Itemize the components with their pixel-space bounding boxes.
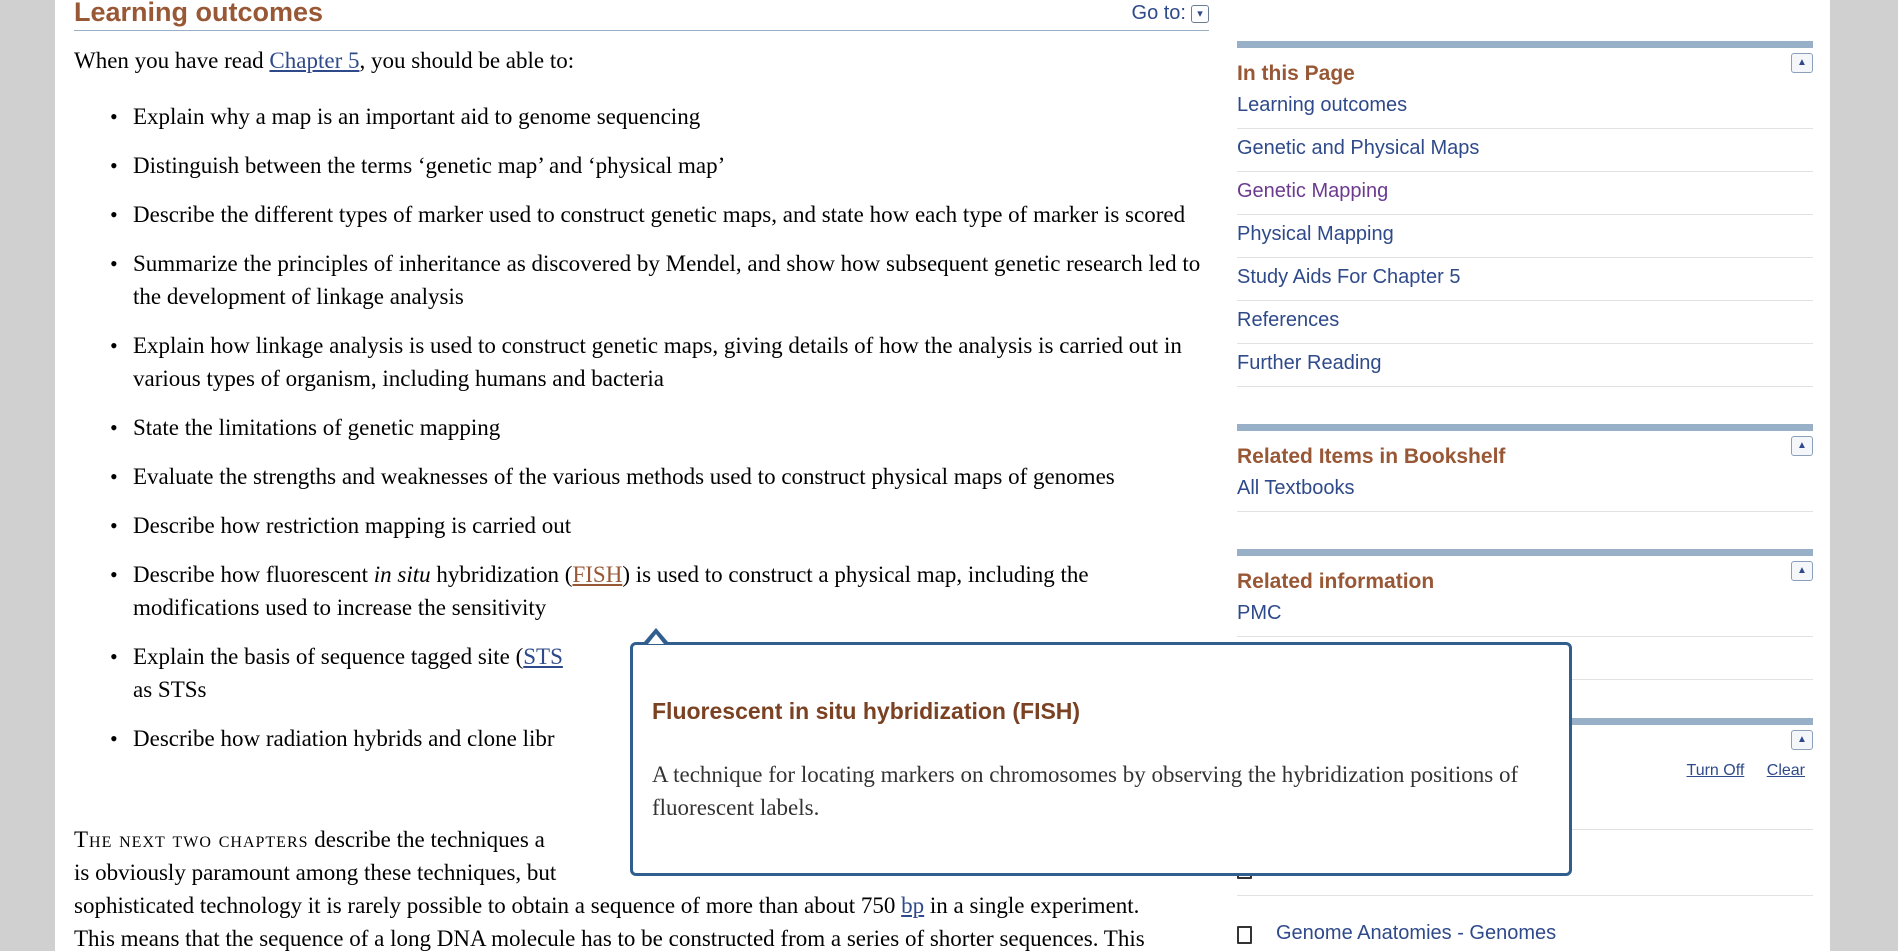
list-item: Explain why a map is an important aid to…	[74, 100, 1209, 133]
fish-text: modifications used to increase the sensi…	[133, 595, 547, 620]
portlet-title: In this Page	[1237, 62, 1355, 85]
fish-text: Describe how fluorescent	[133, 562, 374, 587]
section-header: Learning outcomes Go to: ▾	[74, 0, 1209, 31]
collapse-icon[interactable]: ▲	[1791, 730, 1813, 750]
sidebar-item-all-textbooks[interactable]: All Textbooks	[1237, 469, 1813, 512]
glossary-popup: Fluorescent in situ hybridization (FISH)…	[630, 642, 1572, 876]
book-icon	[1237, 926, 1252, 944]
sidebar-item-further-reading[interactable]: Further Reading	[1237, 344, 1813, 387]
sidebar-link[interactable]: Further Reading	[1237, 352, 1382, 374]
chapter-link[interactable]: Chapter 5	[269, 48, 359, 73]
portlet-title: Related Items in Bookshelf	[1237, 445, 1506, 468]
chevron-down-icon[interactable]: ▾	[1191, 4, 1209, 23]
fish-italic: in situ	[373, 562, 431, 587]
sidebar-item-references[interactable]: References	[1237, 301, 1813, 344]
para-text: sophisticated technology it is rarely po…	[74, 893, 902, 918]
list-item: Describe how restriction mapping is carr…	[74, 509, 1209, 542]
list-item: Distinguish between the terms ‘genetic m…	[74, 149, 1209, 182]
sidebar-item-learning-outcomes[interactable]: Learning outcomes	[1237, 86, 1813, 129]
list-item: Describe the different types of marker u…	[74, 198, 1209, 231]
sidebar-link[interactable]: All Textbooks	[1237, 477, 1354, 499]
sidebar-item-genetic-mapping[interactable]: Genetic Mapping	[1237, 172, 1813, 215]
turn-off-link[interactable]: Turn Off	[1687, 762, 1745, 779]
para-text: is obviously paramount among these techn…	[74, 860, 557, 885]
fish-term-link[interactable]: FISH	[572, 562, 622, 587]
portlet-list: Learning outcomes Genetic and Physical M…	[1237, 86, 1813, 387]
recent-actions: Turn Off Clear	[1669, 762, 1805, 780]
goto-label[interactable]: Go to:	[1132, 2, 1186, 25]
sidebar-link[interactable]: Learning outcomes	[1237, 94, 1407, 116]
list-item: Evaluate the strengths and weaknesses of…	[74, 460, 1209, 493]
sidebar-link[interactable]: PMC	[1237, 602, 1281, 624]
goto-menu[interactable]: Go to: ▾	[1132, 2, 1209, 25]
fish-text: hybridization (	[430, 562, 573, 587]
sidebar-link[interactable]: Genetic Mapping	[1237, 180, 1388, 202]
intro-before: When you have read	[74, 48, 270, 73]
intro-after: , you should be able to:	[359, 48, 575, 73]
bp-link[interactable]: bp	[901, 893, 924, 918]
para-text: in a single experiment.	[924, 893, 1140, 918]
popup-body: A technique for locating markers on chro…	[652, 762, 1519, 820]
sidebar-item-genetic-physical-maps[interactable]: Genetic and Physical Maps	[1237, 129, 1813, 172]
portlet-bar	[1237, 549, 1813, 556]
para-text: This means that the sequence of a long D…	[74, 926, 1145, 951]
collapse-icon[interactable]: ▲	[1791, 53, 1813, 73]
sidebar-item-pmc[interactable]: PMC	[1237, 594, 1813, 637]
sidebar-link[interactable]: Study Aids For Chapter 5	[1237, 266, 1460, 288]
page: Learning outcomes Go to: ▾ When you have…	[55, 0, 1830, 951]
sidebar-link[interactable]: Physical Mapping	[1237, 223, 1394, 245]
fish-text: ) is used to construct a physical map, i…	[622, 562, 1089, 587]
recent-item[interactable]: Genome Anatomies - Genomes	[1237, 918, 1813, 951]
portlet-bar	[1237, 41, 1813, 48]
intro-text: When you have read Chapter 5, you should…	[74, 48, 574, 74]
popup-title: Fluorescent in situ hybridization (FISH)	[652, 698, 1081, 724]
popup-arrow-inner	[648, 634, 664, 644]
portlet-bar	[1237, 424, 1813, 431]
clear-link[interactable]: Clear	[1767, 762, 1805, 779]
in-this-page-portlet: In this Page ▲ Learning outcomes Genetic…	[1237, 41, 1813, 387]
recent-item-label[interactable]: Genome Anatomies - Genomes	[1276, 922, 1556, 945]
related-items-portlet: Related Items in Bookshelf ▲ All Textboo…	[1237, 424, 1813, 512]
list-item: Explain how linkage analysis is used to …	[74, 329, 1209, 395]
portlet-title: Related information	[1237, 570, 1435, 593]
collapse-icon[interactable]: ▲	[1791, 561, 1813, 581]
sidebar-link[interactable]: References	[1237, 309, 1339, 331]
sts-text: Explain the basis of sequence tagged sit…	[133, 644, 524, 669]
para-text: describe the techniques a	[308, 827, 545, 852]
list-item: State the limitations of genetic mapping	[74, 411, 1209, 444]
portlet-list: All Textbooks	[1237, 469, 1813, 512]
section-title: Learning outcomes	[74, 0, 324, 27]
sts-link[interactable]: STS	[523, 644, 563, 669]
sts-text: as STSs	[133, 677, 207, 702]
sidebar-item-physical-mapping[interactable]: Physical Mapping	[1237, 215, 1813, 258]
smallcaps-lead: The next two chapters	[74, 827, 309, 852]
list-item: Summarize the principles of inheritance …	[74, 247, 1209, 313]
sidebar-link[interactable]: Genetic and Physical Maps	[1237, 137, 1479, 159]
collapse-icon[interactable]: ▲	[1791, 436, 1813, 456]
sidebar-item-study-aids[interactable]: Study Aids For Chapter 5	[1237, 258, 1813, 301]
list-item: Describe how fluorescent in situ hybridi…	[74, 558, 1209, 624]
